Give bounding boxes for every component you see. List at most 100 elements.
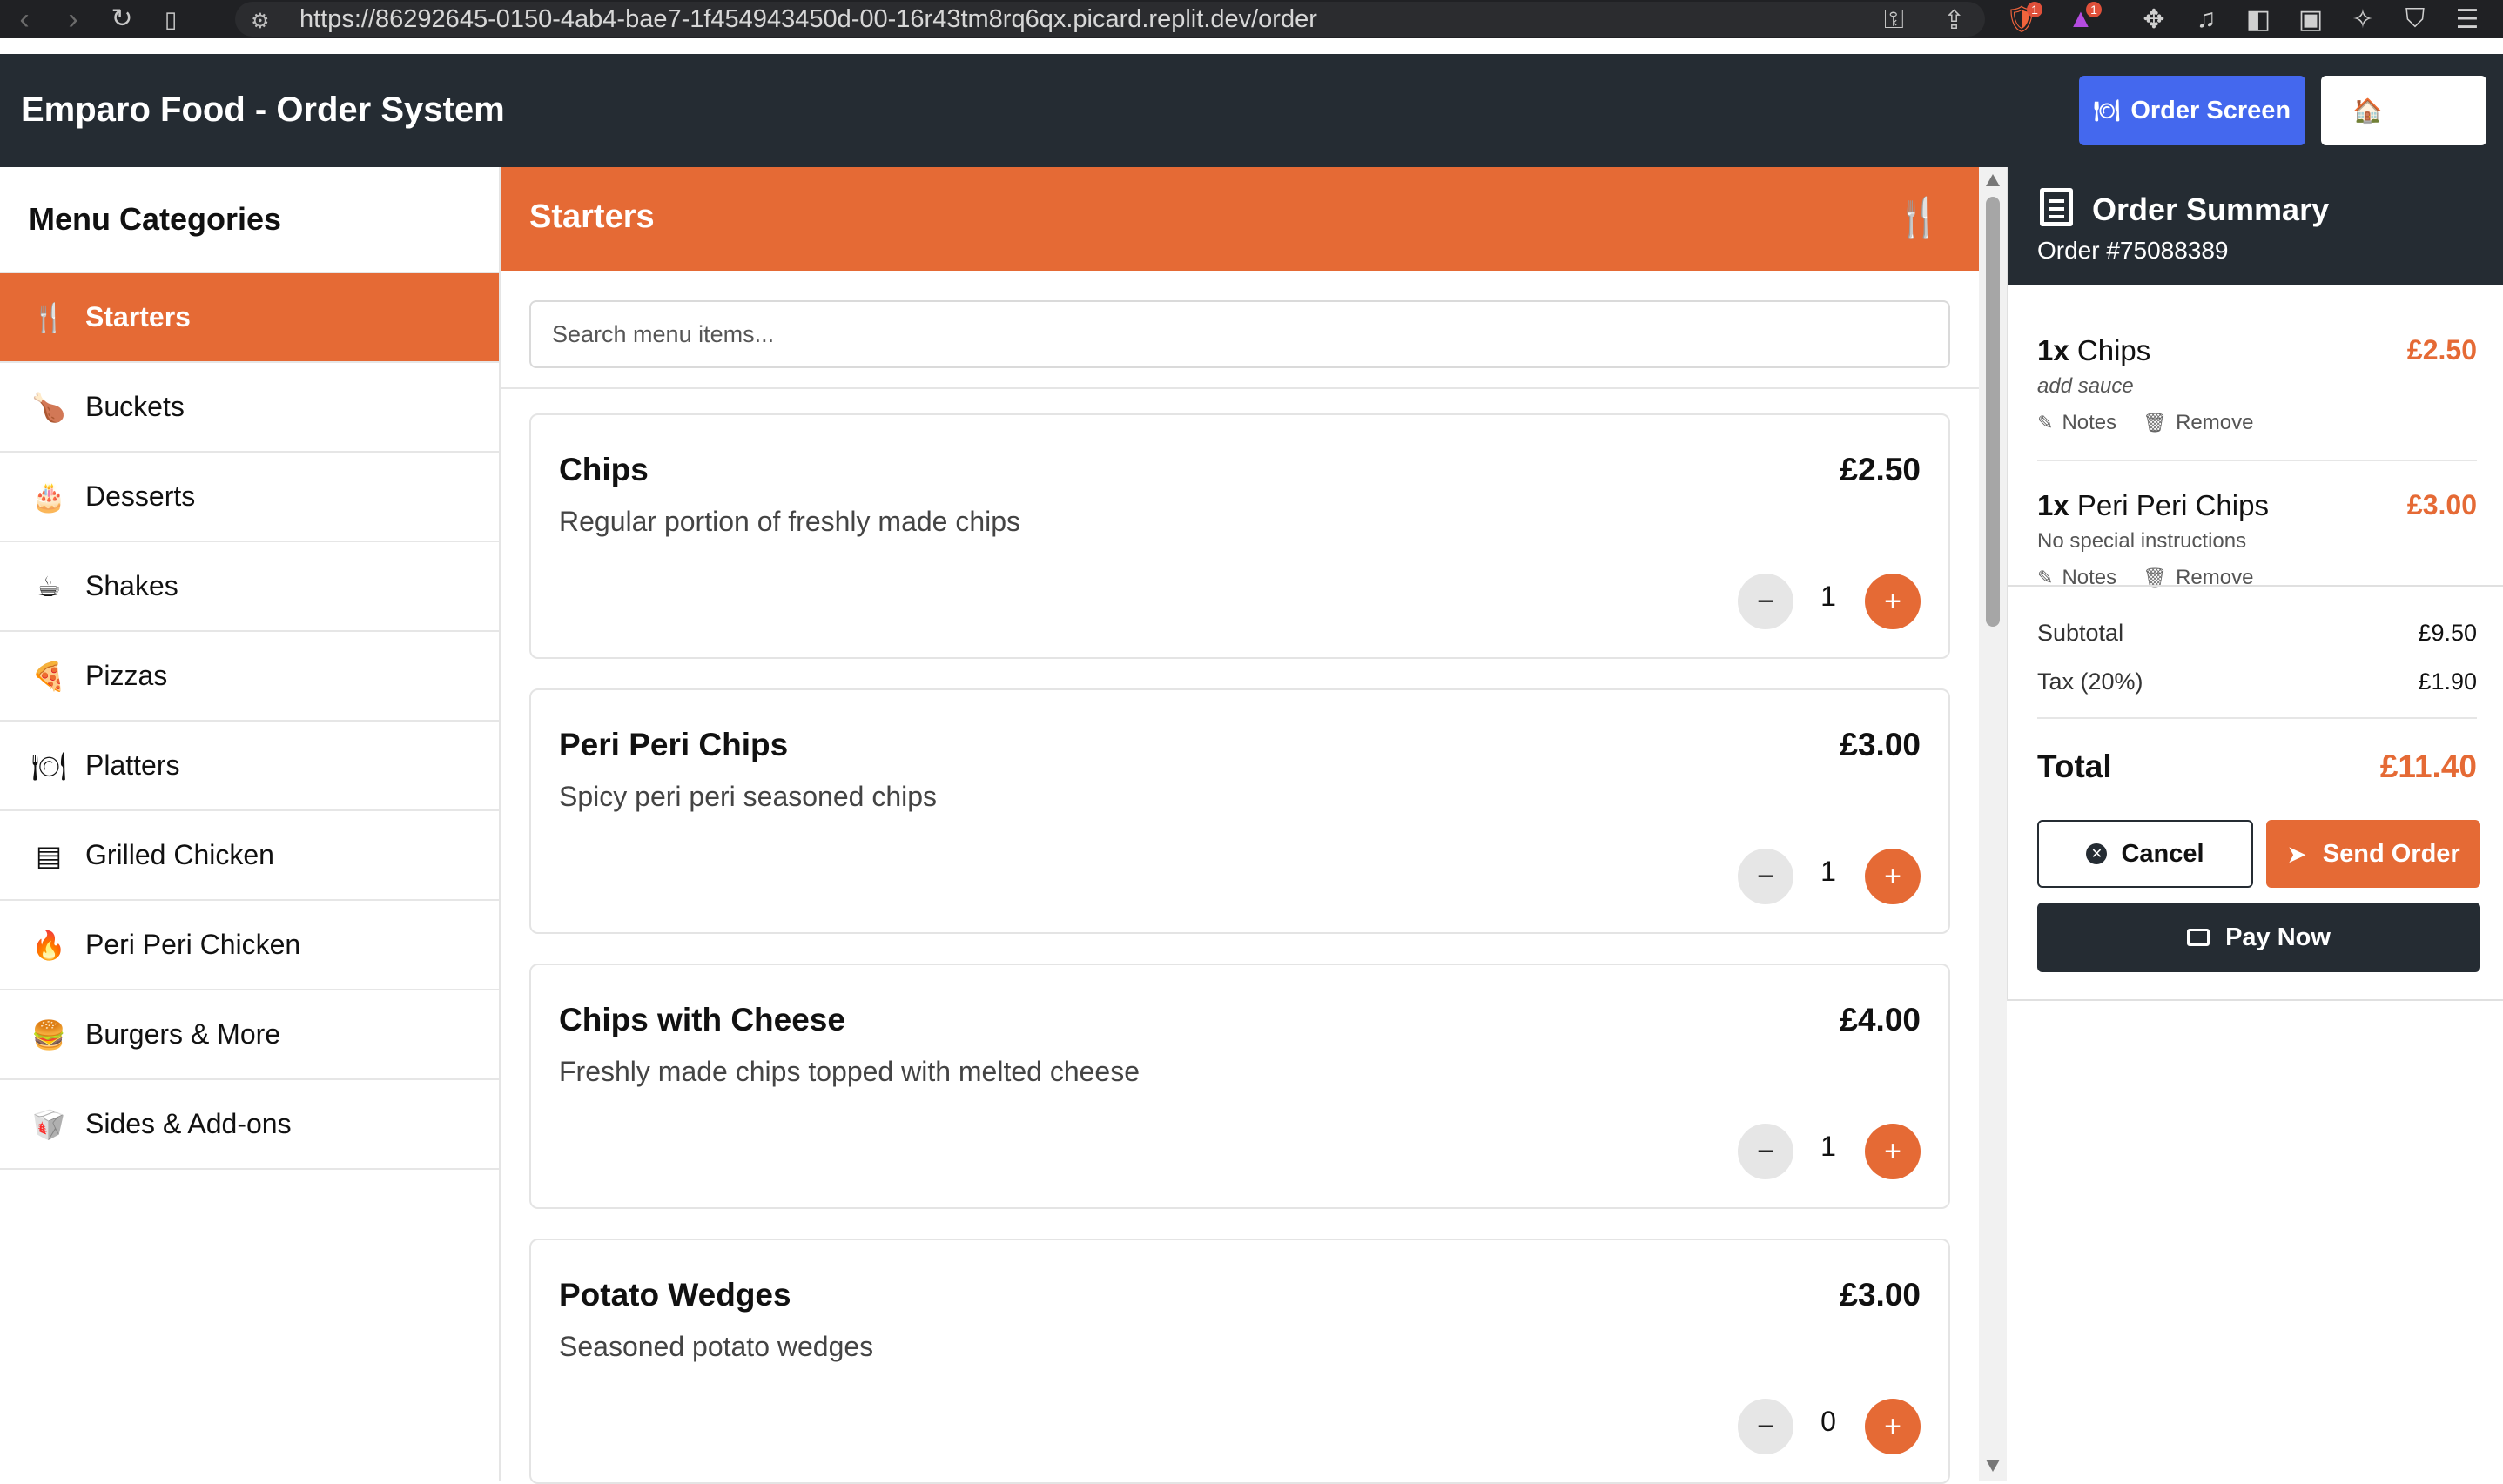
sidebar-toggle-icon[interactable]: ◧ [2243,3,2274,35]
order-line-note: add sauce [2037,374,2134,398]
vpn-icon[interactable]: ⛉ [2399,3,2431,35]
extensions-icon[interactable]: ✥ [2138,3,2170,35]
menu-panel: Starters 🍴 Chips £2.50 Regular portion of … [501,167,1979,1484]
sidebar-item-sides-add-ons[interactable]: 🥡 Sides & Add-ons [0,1080,499,1170]
utensils-icon: 🍴 [1894,197,1942,239]
menu-item-card[interactable]: Chips with Cheese £4.00 Freshly made chips… [529,964,1950,1209]
app-header: Emparo Food - Order System 🍽 Order Scree… [0,54,2503,167]
credit-card-icon [2187,929,2210,946]
order-line: 1x Peri Peri Chips £3.00 No special inst… [2037,489,2477,594]
sidebar-item-pizzas[interactable]: 🍕 Pizzas [0,632,499,722]
sidebar-item-starters[interactable]: 🍴 Starters [0,273,499,363]
menu-item-description: Regular portion of freshly made chips [559,506,1021,537]
cancel-button[interactable]: ✕ Cancel [2037,820,2253,888]
increase-quantity-button[interactable]: + [1865,1399,1921,1454]
forward-icon[interactable]: › [49,0,98,38]
trash-icon: 🗑 [2143,412,2168,433]
pizza-icon: 🍕 [31,660,66,692]
order-line-divider [2037,460,2477,461]
send-order-label: Send Order [2322,839,2460,868]
home-button[interactable]: 🏠 [2321,76,2486,145]
share-icon[interactable]: ⇪ [1943,5,1965,36]
bookmark-icon[interactable]: ▯ [146,0,195,38]
order-line-price: £3.00 [2406,489,2477,520]
mug-icon: ☕ [36,570,62,602]
sidebar-item-desserts[interactable]: 🎂 Desserts [0,453,499,542]
order-line-note: No special instructions [2037,529,2247,553]
total-label: Total [2037,749,2112,784]
leo-ai-icon[interactable]: ✧ [2347,3,2379,35]
decrease-quantity-button[interactable]: − [1738,574,1793,629]
pay-now-button[interactable]: Pay Now [2037,903,2480,972]
music-icon[interactable]: ♫ [2190,3,2222,35]
menu-item-card[interactable]: Chips £2.50 Regular portion of freshly mad… [529,413,1950,659]
fire-icon: 🔥 [31,929,66,961]
category-list: 🍴 Starters 🍗 Buckets 🎂 Desserts ☕ Shakes 🍕 Pizzas… [0,273,499,1170]
notes-button[interactable]: ✎ Notes [2037,411,2116,435]
order-line-title: 1x Chips [2037,334,2150,367]
sidebar-item-label: Platters [85,749,180,781]
decrease-quantity-button[interactable]: − [1738,849,1793,904]
category-title: Starters [529,198,655,235]
menu-icon[interactable]: ☰ [2452,3,2483,35]
home-icon: 🏠 [2352,97,2383,124]
quantity-value: 0 [1820,1406,1836,1437]
total-value: £11.40 [2379,749,2477,784]
increase-quantity-button[interactable]: + [1865,849,1921,904]
sidebar-item-label: Starters [85,301,191,332]
tax-label: Tax (20%) [2037,668,2143,695]
scroll-up-arrow[interactable] [1986,174,2000,186]
sidebar-item-burgers-more[interactable]: 🍔 Burgers & More [0,990,499,1080]
remove-button[interactable]: 🗑 Remove [2143,411,2253,435]
category-header: Starters 🍴 [501,167,1979,271]
order-line-name: Chips [2076,334,2151,366]
menu-item-card[interactable]: Peri Peri Chips £3.00 Spicy peri peri seas… [529,688,1950,934]
menu-scrollbar[interactable] [1979,167,2007,1481]
order-screen-button[interactable]: 🍽 Order Screen [2079,76,2305,145]
back-icon[interactable]: ‹ [0,0,49,38]
increase-quantity-button[interactable]: + [1865,574,1921,629]
order-line-price: £2.50 [2406,334,2477,366]
send-order-button[interactable]: ➤ Send Order [2266,820,2480,888]
increase-quantity-button[interactable]: + [1865,1124,1921,1179]
address-bar[interactable]: https://86292645-0150-4ab4-bae7-1f454943… [235,2,1985,37]
brave-badge: 1 [2027,2,2042,17]
receipt-icon [2040,188,2073,226]
quantity-value: 1 [1820,1131,1836,1162]
cancel-label: Cancel [2121,839,2204,868]
plate-icon: 🍽 [2093,98,2121,123]
pencil-icon: ✎ [2037,412,2054,433]
subtotal-label: Subtotal [2037,620,2124,646]
order-line-actions: ✎ Notes 🗑 Remove [2037,411,2253,435]
tax-value: £1.90 [2418,668,2477,695]
sidebar-item-label: Buckets [85,391,185,422]
sidebar-item-shakes[interactable]: ☕ Shakes [0,542,499,632]
search-input[interactable] [529,300,1950,368]
sidebar-title: Menu Categories [0,167,499,273]
password-key-icon[interactable]: ⚿ [1884,5,1904,35]
reload-icon[interactable]: ↻ [98,0,146,38]
sidebar-item-peri-peri-chicken[interactable]: 🔥 Peri Peri Chicken [0,901,499,990]
scroll-down-arrow[interactable] [1986,1460,2000,1472]
order-line-qty: 1x [2037,334,2069,366]
menu-item-card[interactable]: Potato Wedges £3.00 Seasoned potato wedges… [529,1239,1950,1484]
order-summary-header: Order Summary Order #75088389 [2008,167,2503,285]
sidebar-item-label: Pizzas [85,660,168,691]
brave-rewards-icon[interactable]: ▲ 1 [2065,2,2102,35]
brave-shield-icon[interactable]: 🛡 1 [2005,2,2042,35]
order-summary-panel: Order Summary Order #75088389 1x Chips £… [2007,167,2503,1001]
decrease-quantity-button[interactable]: − [1738,1399,1793,1454]
scroll-thumb[interactable] [1986,197,2000,627]
decrease-quantity-button[interactable]: − [1738,1124,1793,1179]
sidebar-item-label: Burgers & More [85,1018,281,1050]
order-line-name: Peri Peri Chips [2076,489,2269,521]
sidebar-item-platters[interactable]: 🍽 Platters [0,722,499,811]
sidebar-item-label: Desserts [85,480,196,512]
wallet-icon[interactable]: ▣ [2295,3,2326,35]
sidebar-item-buckets[interactable]: 🍗 Buckets [0,363,499,453]
rewards-badge: 1 [2086,2,2102,17]
site-settings-icon[interactable]: ⚙ [251,9,270,34]
drumstick-icon: 🍗 [31,391,66,423]
app-title: Emparo Food - Order System [21,91,505,129]
sidebar-item-grilled-chicken[interactable]: ▤ Grilled Chicken [0,811,499,901]
